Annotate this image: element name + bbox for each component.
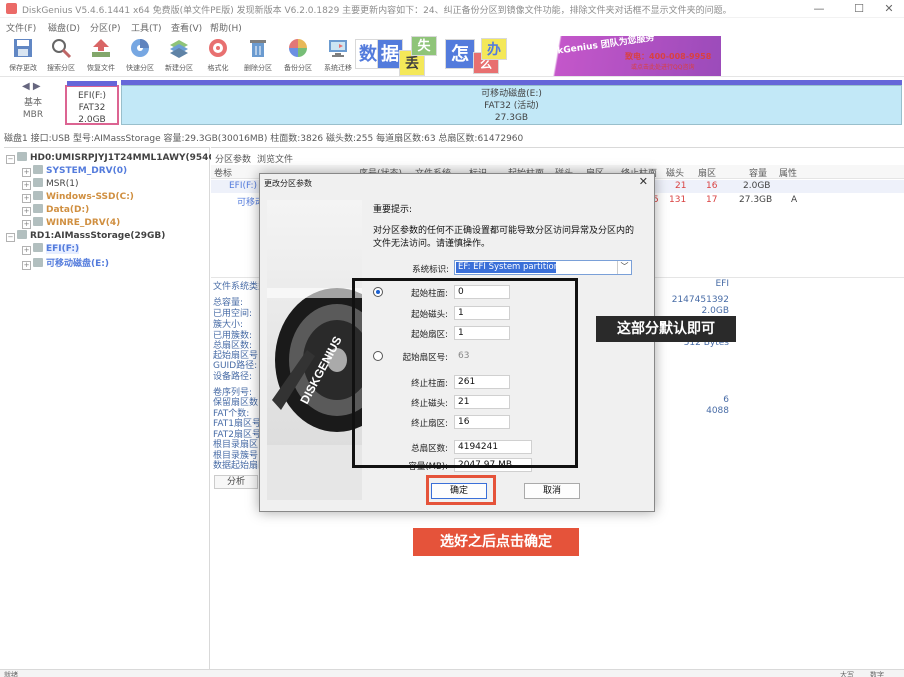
hint-text: 对分区参数的任何不正确设置都可能导致分区访问异常及分区内的文件无法访问。请谨慎操… [373, 226, 635, 249]
annotation-default-note: 这部分默认即可 [596, 316, 736, 342]
dialog-title: 更改分区参数 [264, 179, 312, 188]
hard-disk-illustration: DISKGENIUS [267, 288, 362, 500]
diskgenius-art-image: DISKGENIUS [267, 200, 362, 500]
system-id-value: EF: EFI System partition [456, 262, 560, 273]
system-id-label: 系统标识: [412, 265, 449, 275]
annotation-ok-highlight [426, 475, 496, 505]
annotation-confirm-note: 选好之后点击确定 [413, 528, 579, 556]
system-id-select[interactable]: EF: EFI System partition ﹀ [454, 260, 632, 275]
annotation-highlight-box [352, 278, 578, 468]
chevron-down-icon[interactable]: ﹀ [617, 261, 631, 274]
dialog-close-button[interactable]: ✕ [639, 175, 648, 188]
hint-title: 重要提示: [373, 205, 413, 215]
cancel-button[interactable]: 取消 [524, 483, 580, 499]
